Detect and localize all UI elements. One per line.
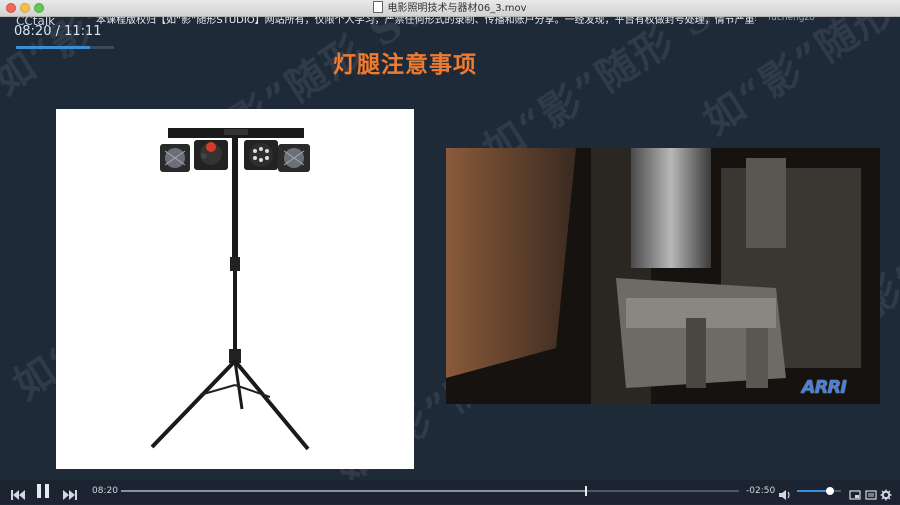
- player-controls: 08:20 -02:50: [0, 480, 900, 504]
- username: fuchengzo: [768, 17, 815, 23]
- window-title: 电影照明技术与器材06_3.mov: [0, 1, 900, 16]
- current-time: 08:20: [92, 486, 118, 496]
- clamp-closeup-illustration: [446, 148, 880, 404]
- rewind-icon[interactable]: [10, 486, 26, 500]
- pause-icon[interactable]: [36, 483, 50, 499]
- remaining-time: -02:50: [746, 486, 776, 496]
- slide-title: 灯腿注意事项: [333, 52, 477, 78]
- window-titlebar: 电影照明技术与器材06_3.mov: [0, 0, 900, 17]
- settings-icon[interactable]: [880, 486, 892, 501]
- seek-handle[interactable]: [585, 486, 587, 496]
- video-frame[interactable]: 如“影”随形 STUDIO 如“影”随形 STUDIO 如“影”随形 STUDI…: [0, 17, 900, 480]
- copyright-notice: 本课程版权归【如“影”随形STUDIO】网站所有，仅限个人学习，严禁任何形式的录…: [96, 17, 756, 26]
- playlist-icon[interactable]: [865, 486, 877, 500]
- watermark: 如“影”随形 STUDIO: [690, 17, 900, 146]
- clamp-closeup-photo: ARRI: [446, 148, 880, 404]
- seek-bar[interactable]: [121, 486, 739, 496]
- time-display: 08:20 / 11:11: [14, 24, 102, 39]
- light-stand-illustration: [150, 128, 310, 451]
- volume-icon[interactable]: [778, 486, 792, 500]
- arri-logo: ARRI: [801, 377, 847, 398]
- document-icon: [373, 1, 384, 13]
- volume-slider[interactable]: [797, 487, 841, 495]
- window-title-text: 电影照明技术与器材06_3.mov: [387, 3, 527, 14]
- par-light: [160, 144, 190, 172]
- fast-forward-icon[interactable]: [62, 486, 78, 500]
- volume-fill: [797, 490, 828, 492]
- volume-handle[interactable]: [826, 487, 834, 495]
- picture-in-picture-icon[interactable]: [849, 486, 861, 500]
- seek-fill: [121, 490, 585, 492]
- light-stand-photo: [56, 109, 414, 469]
